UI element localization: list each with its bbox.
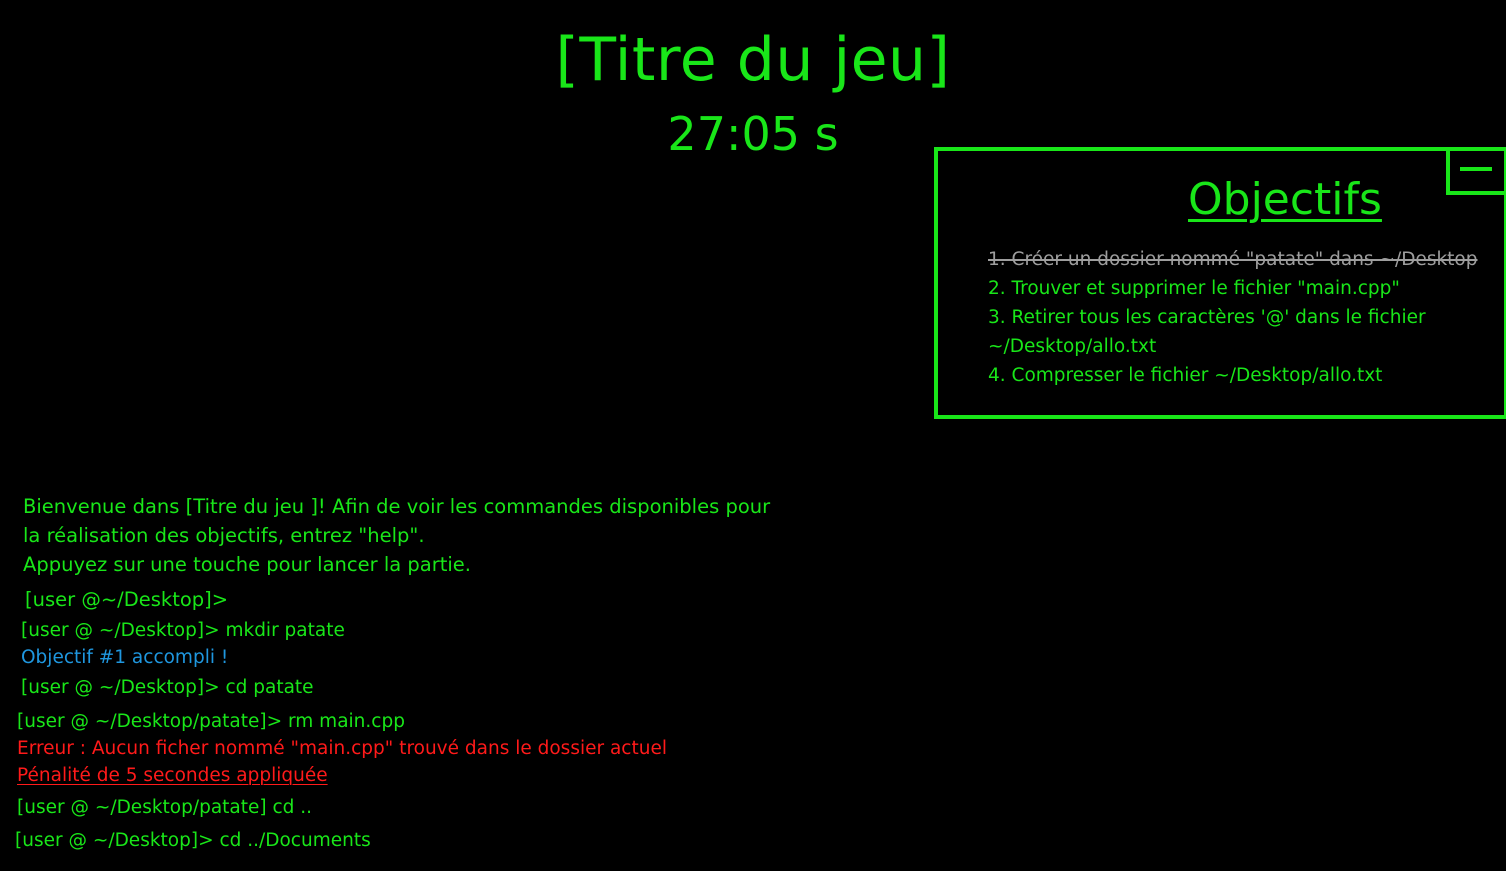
objectives-heading: Objectifs (1188, 174, 1382, 225)
game-title: [Titre du jeu] (555, 25, 951, 95)
console-cmd-rm: [user @ ~/Desktop/patate]> rm main.cpp (17, 711, 405, 732)
objectives-panel: Objectifs 1. Créer un dossier nommé "pat… (934, 147, 1506, 419)
objective-item-3: 3. Retirer tous les caractères '@' dans … (988, 307, 1426, 328)
objectives-list: 1. Créer un dossier nommé "patate" dans … (988, 245, 1504, 390)
minimize-button[interactable] (1446, 147, 1506, 195)
console-input-line[interactable]: [user @ ~/Desktop]> cd ../Documents (15, 828, 371, 854)
console-cmd-cd-patate: [user @ ~/Desktop]> cd patate (21, 677, 314, 698)
console-penalty: Pénalité de 5 secondes appliquée (17, 765, 328, 786)
objective-item-4: 4. Compresser le fichier ~/Desktop/allo.… (988, 365, 1383, 386)
console-cmd-mkdir: [user @ ~/Desktop]> mkdir patate (21, 620, 345, 641)
objective-item-2: 2. Trouver et supprimer le fichier "main… (988, 278, 1400, 299)
console-cmd-cd-up: [user @ ~/Desktop/patate] cd .. (17, 797, 313, 818)
welcome-line-1: Bienvenue dans [Titre du jeu ]! Afin de … (23, 495, 771, 518)
minus-icon (1460, 167, 1492, 171)
console-objective-done: Objectif #1 accompli ! (21, 647, 229, 668)
console-prompt-initial: [user @~/Desktop]> (25, 588, 229, 611)
console-error: Erreur : Aucun ficher nommé "main.cpp" t… (17, 738, 667, 759)
welcome-line-3: Appuyez sur une touche pour lancer la pa… (23, 553, 471, 576)
objective-item-3-continued: ~/Desktop/allo.txt (988, 336, 1157, 357)
objective-item-1: 1. Créer un dossier nommé "patate" dans … (988, 249, 1478, 270)
welcome-line-2: la réalisation des objectifs, entrez "he… (23, 524, 425, 547)
